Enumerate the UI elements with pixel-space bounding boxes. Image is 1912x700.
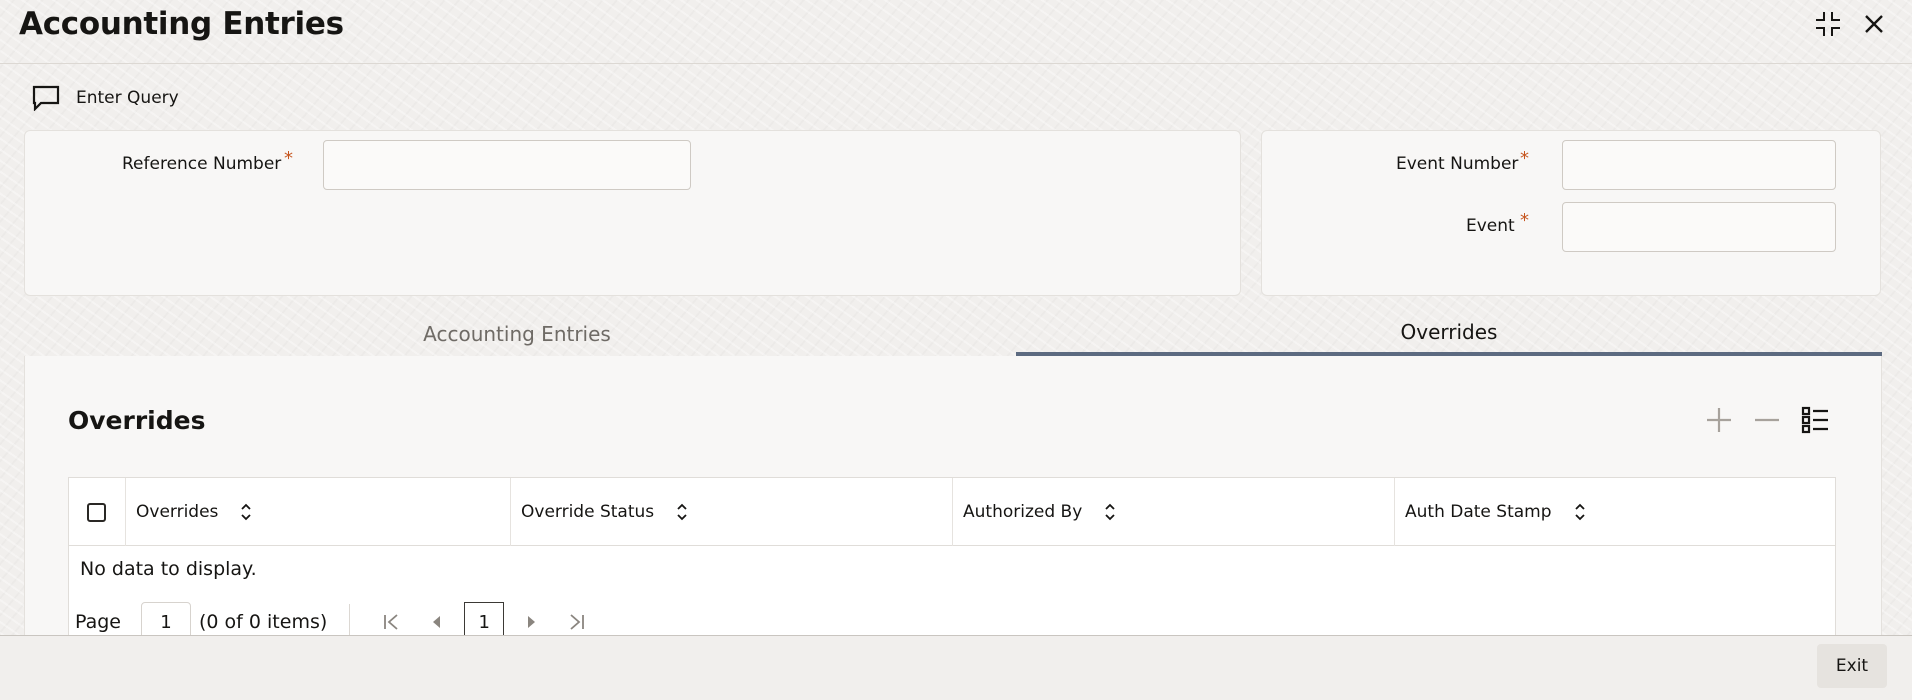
table-header-row: Overrides Override Status Authorized By … <box>69 478 1835 546</box>
select-all-cell <box>69 478 126 546</box>
event-number-input[interactable] <box>1562 140 1836 190</box>
sort-icon <box>1105 503 1115 521</box>
list-settings-icon <box>1801 406 1828 434</box>
collapse-arrows-icon <box>1816 12 1840 36</box>
column-label: Override Status <box>521 502 655 522</box>
sort-icon <box>1574 503 1585 521</box>
sort-icon <box>241 503 252 521</box>
columns-settings-button[interactable] <box>1795 402 1835 438</box>
column-header-overrides[interactable]: Overrides <box>126 478 511 546</box>
last-page-icon <box>570 614 585 630</box>
page-label: Page <box>75 611 121 633</box>
page-title: Accounting Entries <box>19 6 344 42</box>
close-button[interactable] <box>1856 6 1892 42</box>
column-header-auth-date-stamp[interactable]: Auth Date Stamp <box>1395 478 1836 546</box>
first-page-icon <box>384 614 398 630</box>
column-header-override-status[interactable]: Override Status <box>511 478 953 546</box>
overrides-section-title: Overrides <box>68 406 206 435</box>
sort-icon <box>677 503 687 521</box>
required-marker: * <box>284 148 293 169</box>
footer-bar: Exit <box>0 635 1912 700</box>
event-number-label: Event Number <box>1396 154 1519 174</box>
required-marker: * <box>1520 210 1529 231</box>
next-page-icon <box>528 616 536 628</box>
close-icon <box>1865 15 1883 33</box>
tab-overrides[interactable]: Overrides <box>1016 312 1882 356</box>
enter-query-button[interactable]: Enter Query <box>32 82 179 114</box>
empty-message: No data to display. <box>80 558 257 580</box>
column-label: Auth Date Stamp <box>1405 502 1552 522</box>
reference-number-input[interactable] <box>323 140 691 190</box>
column-label: Authorized By <box>963 502 1083 522</box>
add-row-button[interactable] <box>1699 402 1739 438</box>
event-label: Event <box>1466 216 1515 236</box>
window-header: Accounting Entries <box>0 0 1912 64</box>
reference-number-label: Reference Number <box>122 154 282 174</box>
tab-accounting-entries[interactable]: Accounting Entries <box>24 312 1010 356</box>
required-marker: * <box>1520 148 1529 169</box>
previous-page-icon <box>433 616 441 628</box>
exit-button[interactable]: Exit <box>1817 644 1887 688</box>
overrides-table: Overrides Override Status Authorized By … <box>68 477 1836 642</box>
column-label: Overrides <box>136 502 219 522</box>
items-count: (0 of 0 items) <box>199 611 328 633</box>
select-all-checkbox[interactable] <box>87 502 106 522</box>
maximize-button[interactable] <box>1810 6 1846 42</box>
plus-icon <box>1707 408 1731 432</box>
enter-query-label: Enter Query <box>76 88 179 108</box>
event-input[interactable] <box>1562 202 1836 252</box>
grid-actions <box>1699 402 1835 438</box>
minus-icon <box>1755 418 1779 422</box>
column-header-authorized-by[interactable]: Authorized By <box>953 478 1395 546</box>
chat-bubble-icon <box>32 85 60 111</box>
remove-row-button[interactable] <box>1747 402 1787 438</box>
